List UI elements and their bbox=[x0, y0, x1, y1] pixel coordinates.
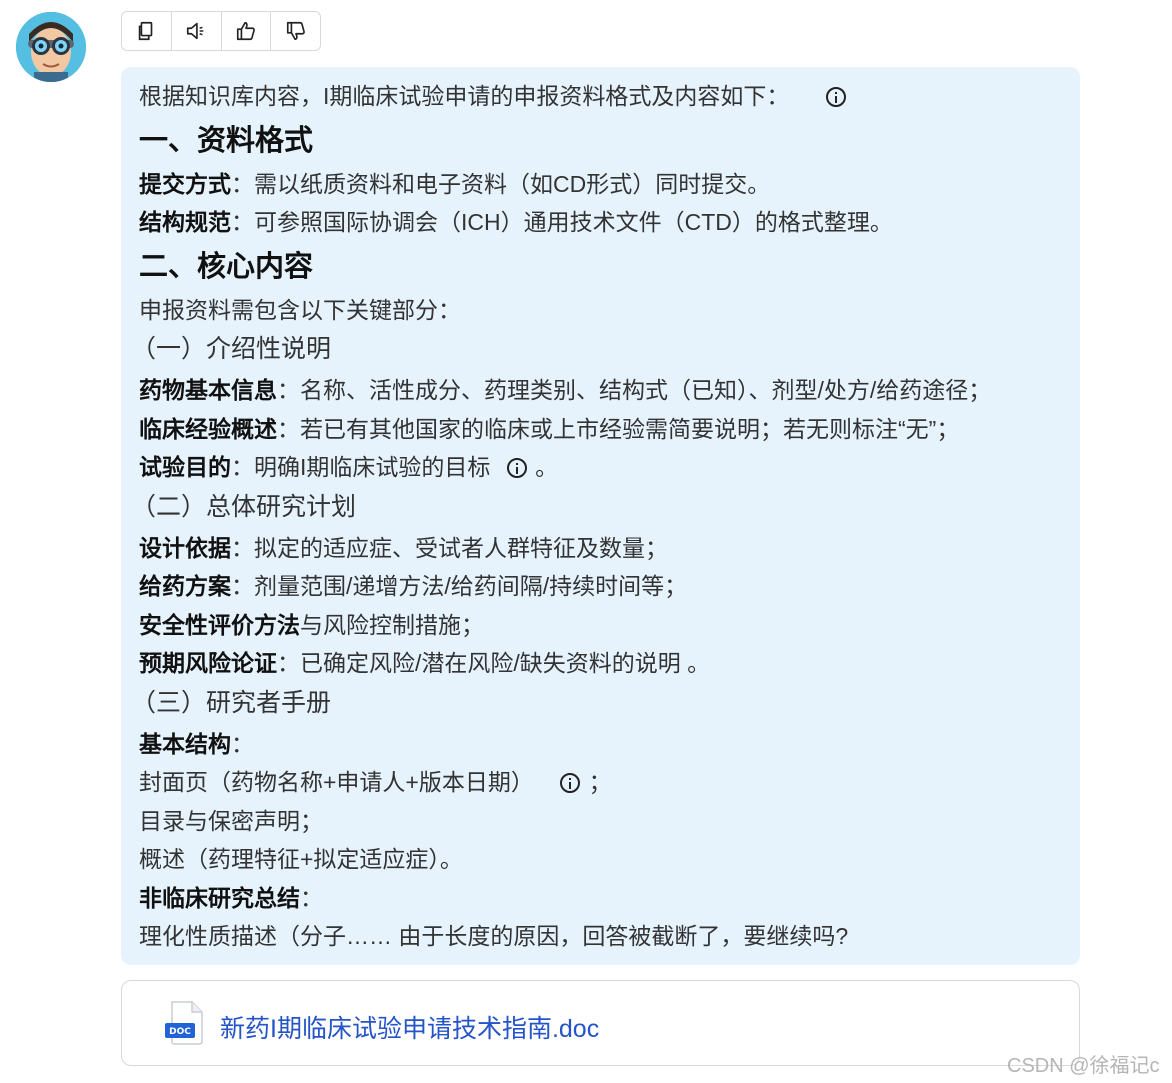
doc-badge-label: DOC bbox=[169, 1027, 191, 1037]
copy-icon bbox=[139, 21, 153, 41]
clinical-line: 临床经验概述：若已有其他国家的临床或上市经验需简要说明；若无则标注“无”； bbox=[139, 414, 959, 444]
dosing-label: 给药方案 bbox=[139, 573, 231, 599]
basic-structure-colon: ： bbox=[231, 731, 254, 757]
like-button[interactable] bbox=[222, 12, 272, 50]
info-icon[interactable] bbox=[826, 87, 847, 107]
cover-line: 封面页（药物名称+申请人+版本日期） ； bbox=[139, 767, 612, 797]
thumbs-down-icon bbox=[286, 21, 305, 41]
design-text: ：拟定的适应症、受试者人群特征及数量； bbox=[231, 535, 668, 561]
info-icon[interactable] bbox=[506, 458, 527, 478]
watermark-text: CSDN @徐福记c bbox=[1007, 1055, 1160, 1077]
submit-method-text: ：需以纸质资料和电子资料（如CD形式）同时提交。 bbox=[231, 171, 771, 197]
doc-file-icon: DOC bbox=[165, 1001, 203, 1045]
subsection-plan: （二）总体研究计划 bbox=[131, 493, 357, 521]
submit-method-line: 提交方式：需以纸质资料和电子资料（如CD形式）同时提交。 bbox=[139, 169, 770, 199]
attachment-filename-link[interactable]: 新药I期临床试验申请技术指南.doc bbox=[220, 1009, 599, 1045]
truncated-line: 理化性质描述（分子…… 由于长度的原因，回答被截断了，要继续吗? bbox=[139, 923, 849, 949]
clinical-label: 临床经验概述 bbox=[139, 416, 277, 442]
design-label: 设计依据 bbox=[139, 535, 231, 561]
subsection-handbook: （三）研究者手册 bbox=[131, 689, 332, 717]
basic-structure-line: 基本结构： bbox=[139, 729, 254, 759]
assistant-message-bubble: 根据知识库内容，I期临床试验申请的申报资料格式及内容如下： 一、资料格式 提交方… bbox=[121, 67, 1080, 965]
structure-line: 结构规范：可参照国际协调会（ICH）通用技术文件（CTD）的格式整理。 bbox=[139, 207, 893, 237]
dislike-button[interactable] bbox=[271, 12, 320, 50]
risk-label: 预期风险论证 bbox=[139, 650, 277, 676]
drug-info-text: ：名称、活性成分、药理类别、结构式（已知）、剂型/处方/给药途径； bbox=[277, 377, 992, 403]
submit-method-label: 提交方式 bbox=[139, 171, 231, 197]
drug-info-line: 药物基本信息：名称、活性成分、药理类别、结构式（已知）、剂型/处方/给药途径； bbox=[139, 375, 991, 405]
cover-end: ； bbox=[588, 769, 612, 795]
purpose-line: 试验目的：明确I期临床试验的目标 。 bbox=[139, 452, 558, 482]
purpose-label: 试验目的 bbox=[139, 454, 231, 480]
intro-text: 根据知识库内容，I期临床试验申请的申报资料格式及内容如下： bbox=[139, 83, 790, 109]
design-line: 设计依据：拟定的适应症、受试者人群特征及数量； bbox=[139, 533, 668, 563]
section-heading-content: 二、核心内容 bbox=[139, 251, 314, 283]
cover-text: 封面页（药物名称+申请人+版本日期） bbox=[139, 769, 534, 795]
assistant-avatar bbox=[16, 12, 86, 82]
speak-button[interactable] bbox=[172, 12, 222, 50]
clinical-text: ：若已有其他国家的临床或上市经验需简要说明；若无则标注“无”； bbox=[277, 416, 960, 442]
subsection-intro: （一）介绍性说明 bbox=[131, 335, 332, 363]
attachment-card[interactable]: DOC 新药I期临床试验申请技术指南.doc bbox=[121, 980, 1080, 1066]
message-toolbar bbox=[121, 11, 321, 51]
purpose-text: ：明确I期临床试验的目标 bbox=[231, 454, 491, 480]
section-heading-format: 一、资料格式 bbox=[139, 125, 314, 157]
structure-text: ：可参照国际协调会（ICH）通用技术文件（CTD）的格式整理。 bbox=[231, 209, 893, 235]
info-icon[interactable] bbox=[560, 773, 581, 793]
toc-line: 目录与保密声明； bbox=[139, 808, 323, 834]
overview-line: 概述（药理特征+拟定适应症）。 bbox=[139, 846, 463, 872]
message-intro: 根据知识库内容，I期临床试验申请的申报资料格式及内容如下： bbox=[139, 81, 848, 111]
safety-line: 安全性评价方法与风险控制措施； bbox=[139, 610, 484, 640]
thumbs-up-icon bbox=[236, 21, 255, 41]
speaker-icon bbox=[187, 22, 204, 40]
purpose-end: 。 bbox=[535, 454, 559, 480]
risk-text: ：已确定风险/潜在风险/缺失资料的说明 。 bbox=[277, 650, 711, 676]
drug-info-label: 药物基本信息 bbox=[139, 377, 277, 403]
nonclinical-label: 非临床研究总结 bbox=[139, 885, 300, 911]
nonclinical-colon: ： bbox=[300, 885, 323, 911]
dosing-text: ：剂量范围/递增方法/给药间隔/持续时间等； bbox=[231, 573, 688, 599]
basic-structure-label: 基本结构 bbox=[139, 731, 231, 757]
copy-button[interactable] bbox=[122, 12, 172, 50]
risk-line: 预期风险论证：已确定风险/潜在风险/缺失资料的说明 。 bbox=[139, 648, 710, 678]
section2-intro: 申报资料需包含以下关键部分： bbox=[139, 297, 461, 323]
robot-avatar-icon bbox=[16, 12, 86, 82]
safety-text: 与风险控制措施； bbox=[300, 612, 484, 638]
structure-label: 结构规范 bbox=[139, 209, 231, 235]
dosing-line: 给药方案：剂量范围/递增方法/给药间隔/持续时间等； bbox=[139, 571, 687, 601]
nonclinical-line: 非临床研究总结： bbox=[139, 883, 323, 913]
safety-label: 安全性评价方法 bbox=[139, 612, 300, 638]
